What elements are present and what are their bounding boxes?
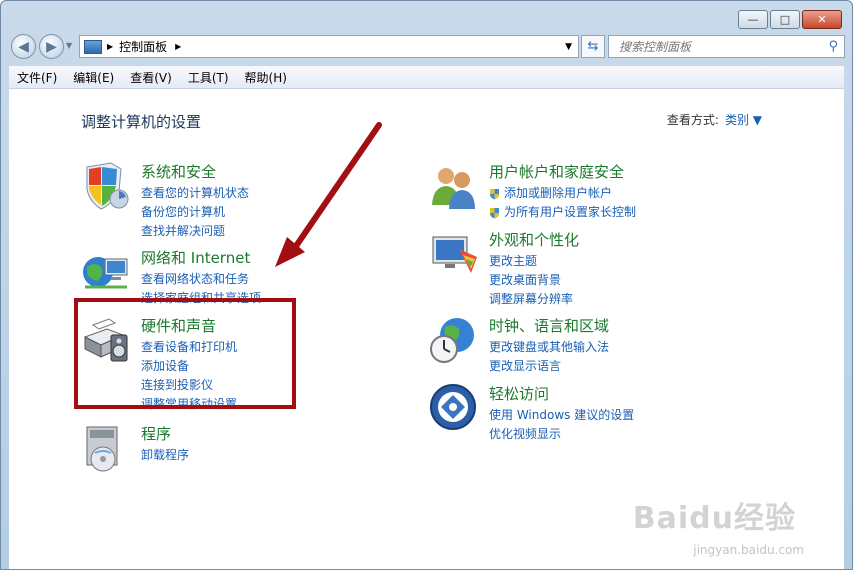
- window-frame: — □ ✕ ◀ ▶ ▼ ▶ 控制面板 ▶ ▼ ⇆ ⚲ 文件(F) 编辑(E) 查…: [0, 0, 853, 570]
- menu-tools[interactable]: 工具(T): [180, 69, 237, 86]
- menu-edit[interactable]: 编辑(E): [65, 69, 122, 86]
- breadcrumb-separator-icon[interactable]: ▶: [175, 42, 181, 51]
- content-area: 调整计算机的设置 查看方式: 类别 ▼ 系统和安全 查看您的计算机状态 备份您的计…: [9, 89, 844, 569]
- maximize-button[interactable]: □: [770, 10, 800, 29]
- refresh-icon: ⇆: [587, 39, 599, 54]
- menu-file[interactable]: 文件(F): [9, 69, 65, 86]
- window-controls: — □ ✕: [738, 10, 842, 29]
- forward-arrow-icon: ▶: [46, 38, 57, 55]
- watermark-url: jingyan.baidu.com: [693, 543, 804, 557]
- menu-bar: 文件(F) 编辑(E) 查看(V) 工具(T) 帮助(H): [9, 66, 844, 89]
- refresh-button[interactable]: ⇆: [581, 35, 605, 58]
- search-box[interactable]: ⚲: [608, 35, 845, 58]
- address-bar[interactable]: ▶ 控制面板 ▶ ▼: [79, 35, 579, 58]
- navigation-bar: ◀ ▶ ▼ ▶ 控制面板 ▶ ▼ ⇆ ⚲: [9, 33, 845, 61]
- close-button[interactable]: ✕: [802, 10, 842, 29]
- recent-pages-icon[interactable]: ▼: [66, 41, 72, 50]
- menu-help[interactable]: 帮助(H): [237, 69, 295, 86]
- search-icon[interactable]: ⚲: [828, 39, 838, 54]
- breadcrumb-separator-icon: ▶: [107, 42, 114, 51]
- menu-view[interactable]: 查看(V): [122, 69, 180, 86]
- search-input[interactable]: [617, 38, 821, 55]
- breadcrumb-control-panel[interactable]: 控制面板: [119, 38, 167, 55]
- forward-button[interactable]: ▶: [39, 34, 64, 59]
- watermark: Baidu经验: [632, 501, 796, 536]
- address-dropdown-icon[interactable]: ▼: [565, 42, 572, 52]
- minimize-button[interactable]: —: [738, 10, 768, 29]
- control-panel-icon: [84, 39, 102, 54]
- back-arrow-icon: ◀: [18, 38, 29, 55]
- back-button[interactable]: ◀: [11, 34, 36, 59]
